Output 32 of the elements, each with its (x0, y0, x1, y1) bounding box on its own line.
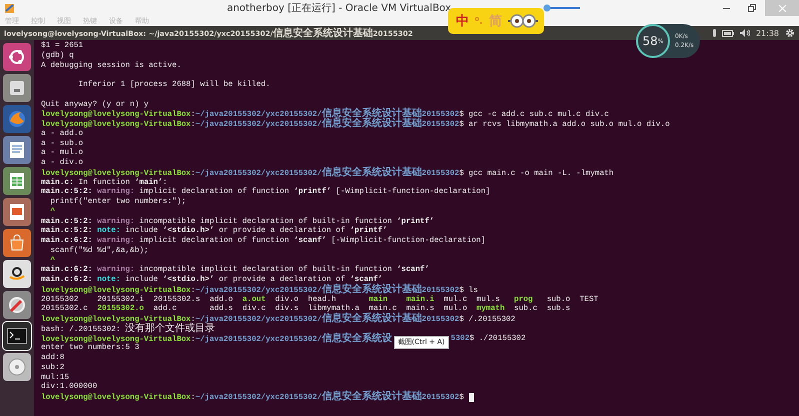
launcher-item[interactable] (3, 260, 31, 288)
script-mode[interactable]: 简 (489, 12, 502, 30)
presentation-icon (9, 203, 25, 221)
file-cabinet-icon (8, 79, 26, 97)
spreadsheet-icon (9, 172, 25, 190)
globe-icon (7, 109, 27, 129)
punctuation-icon (475, 17, 483, 25)
clock: 21:38 (756, 28, 779, 38)
volume-icon (740, 29, 750, 37)
launcher-item[interactable] (3, 198, 31, 226)
minimize-icon (722, 7, 730, 9)
wrench-gear-icon (7, 295, 27, 315)
ubuntu-logo-icon (8, 48, 26, 66)
window-title: anotherboy [正在运行] - Oracle VM VirtualBox (226, 2, 452, 15)
eyes-icon (508, 14, 538, 28)
settings-icon[interactable] (785, 28, 795, 38)
shopping-bag-icon (8, 234, 26, 252)
smile-arrow-icon (8, 267, 26, 281)
input-mode[interactable]: 中 (456, 12, 469, 30)
maximize-icon (748, 4, 756, 12)
document-icon (9, 141, 25, 159)
terminal-icon (7, 328, 27, 344)
launcher-item[interactable] (3, 322, 31, 350)
thermometer-icon (712, 29, 716, 37)
launcher-item[interactable] (3, 136, 31, 164)
slider-icon (543, 4, 583, 12)
battery-icon (722, 30, 734, 36)
launcher-item[interactable] (3, 43, 31, 71)
disc-icon (7, 357, 27, 377)
close-icon (778, 4, 786, 12)
app-icon (4, 2, 15, 14)
launcher-item[interactable] (3, 167, 31, 195)
